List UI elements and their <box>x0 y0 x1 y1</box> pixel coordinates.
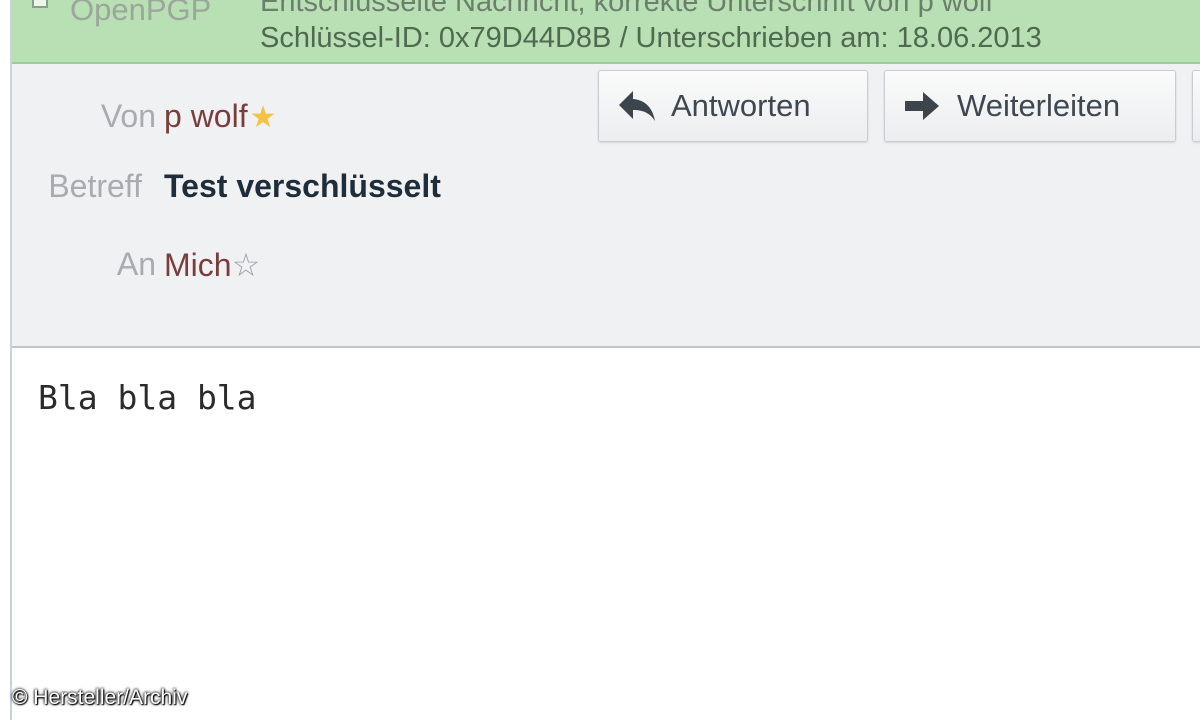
forward-arrow-icon <box>905 92 939 120</box>
openpgp-key-info: Schlüssel-ID: 0x79D44D8B / Unterschriebe… <box>260 22 1042 54</box>
email-viewer: OpenPGP Entschlüsselte Nachricht, korrek… <box>0 0 1200 720</box>
openpgp-banner: OpenPGP Entschlüsselte Nachricht, korrek… <box>12 0 1200 64</box>
from-value[interactable]: p wolf <box>164 98 248 134</box>
openpgp-status: Entschlüsselte Nachricht, korrekte Unter… <box>260 0 994 18</box>
copyright-watermark: © Hersteller/Archiv <box>12 686 188 709</box>
to-label: An <box>116 246 156 282</box>
reply-arrow-icon <box>619 91 655 121</box>
subject-label: Betreff <box>48 168 142 204</box>
forward-button[interactable]: Weiterleiten <box>884 70 1176 142</box>
message-header: Von p wolf★ Betreff Test verschlüsselt A… <box>12 64 1200 348</box>
subject-value: Test verschlüsselt <box>164 168 441 204</box>
to-field[interactable]: Mich☆ <box>164 246 260 284</box>
from-label: Von <box>100 98 156 134</box>
message-body: Bla bla bla <box>38 378 257 417</box>
to-value[interactable]: Mich <box>164 247 232 283</box>
reply-button-label: Antworten <box>671 88 811 123</box>
from-field[interactable]: p wolf★ <box>164 98 277 135</box>
add-contact-star-icon[interactable]: ☆ <box>232 246 261 284</box>
forward-button-label: Weiterleiten <box>957 88 1121 123</box>
expand-toggle-icon[interactable] <box>32 0 48 8</box>
contact-star-icon[interactable]: ★ <box>250 100 277 135</box>
more-actions-button[interactable] <box>1192 70 1200 142</box>
openpgp-label: OpenPGP <box>70 0 212 27</box>
reply-button[interactable]: Antworten <box>598 70 868 142</box>
